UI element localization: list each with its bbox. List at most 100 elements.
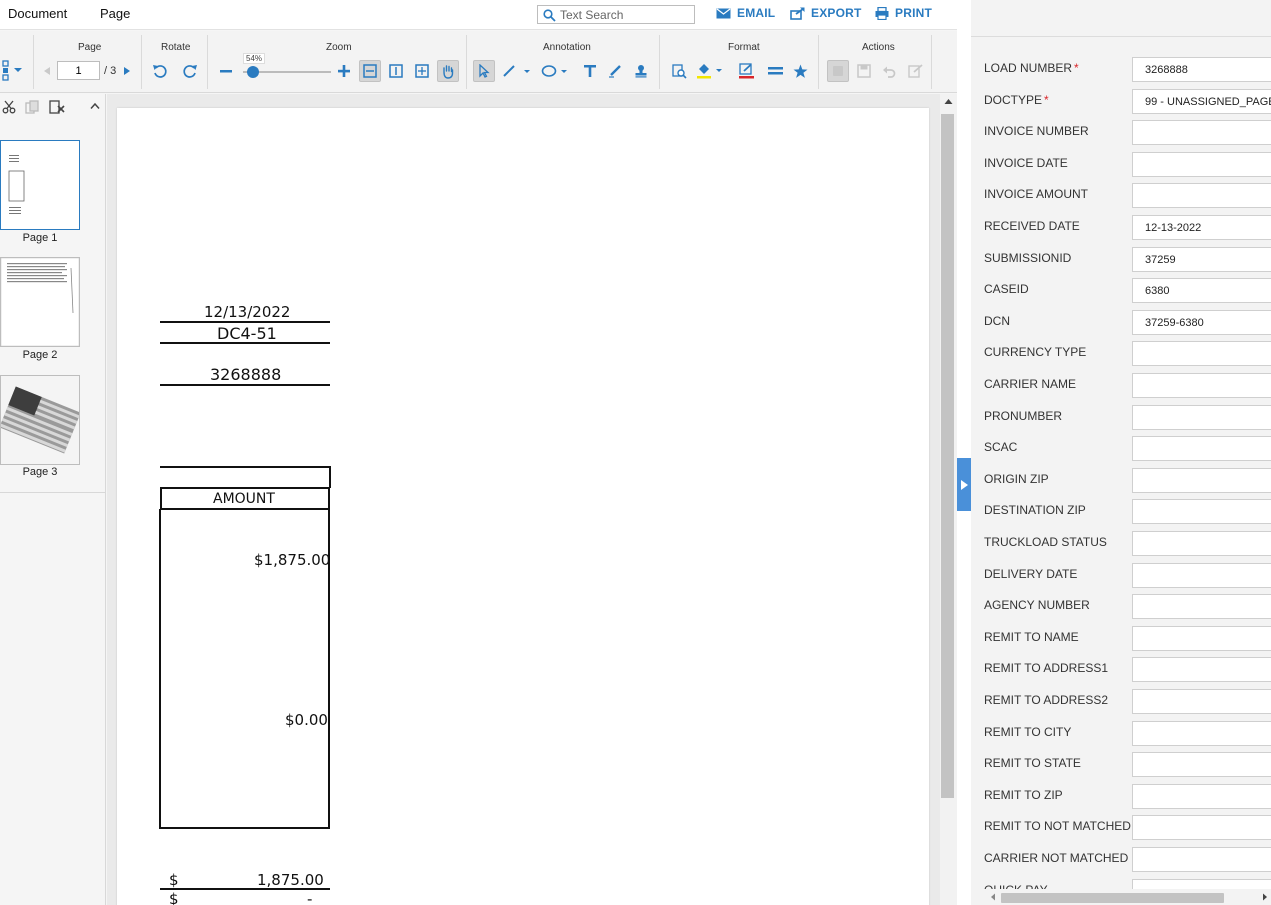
field-input[interactable]: [1132, 278, 1271, 303]
field-input[interactable]: [1132, 626, 1271, 651]
field-input[interactable]: [1132, 247, 1271, 272]
search-input[interactable]: [560, 7, 690, 22]
search-annotation-button[interactable]: [668, 60, 690, 82]
edit-annotation-button[interactable]: [904, 60, 926, 82]
field-input[interactable]: [1132, 689, 1271, 714]
field-label-text: RECEIVED DATE: [984, 219, 1080, 233]
field-input[interactable]: [1132, 752, 1271, 777]
hand-icon: [443, 64, 454, 79]
thumbnail-label: Page 3: [22, 466, 58, 478]
field-input[interactable]: [1132, 657, 1271, 682]
email-button[interactable]: EMAIL: [716, 6, 775, 20]
page-total: / 3: [104, 65, 117, 77]
field-input[interactable]: [1132, 468, 1271, 493]
fit-page-button[interactable]: [411, 60, 433, 82]
field-input[interactable]: [1132, 183, 1271, 208]
rotate-left-button[interactable]: [149, 60, 171, 82]
field-label-text: DESTINATION ZIP: [984, 503, 1086, 517]
panel-collapse-handle[interactable]: [957, 458, 971, 511]
scroll-up-icon[interactable]: [944, 98, 953, 105]
scroll-left-icon[interactable]: [990, 893, 996, 901]
field-input[interactable]: [1132, 120, 1271, 145]
pan-tool-button[interactable]: [437, 60, 459, 82]
field-label: DELIVERY DATE: [984, 567, 1077, 581]
field-label: SUBMISSIONID: [984, 251, 1071, 265]
fit-width-button[interactable]: [359, 60, 381, 82]
previous-page-button[interactable]: [36, 60, 58, 82]
field-input[interactable]: [1132, 341, 1271, 366]
field-input[interactable]: [1132, 215, 1271, 240]
zoom-slider-handle[interactable]: [246, 66, 259, 78]
thumbnail-page-3[interactable]: [0, 375, 80, 465]
toolbar: Page / 3 Rotate Zoom 5: [0, 31, 957, 93]
field-label-text: DELIVERY DATE: [984, 567, 1078, 581]
scissors-icon[interactable]: [2, 100, 16, 114]
field-input[interactable]: [1132, 152, 1271, 177]
form-field-row: DOCTYPE *: [971, 89, 1271, 115]
form-field-row: REMIT TO STATE: [971, 752, 1271, 778]
field-input[interactable]: [1132, 531, 1271, 556]
field-input[interactable]: [1132, 57, 1271, 82]
select-tool-button[interactable]: [473, 60, 495, 82]
favorite-style-button[interactable]: [789, 60, 811, 82]
zoom-out-button[interactable]: [215, 60, 237, 82]
line-width-button[interactable]: [764, 60, 786, 82]
field-input[interactable]: [1132, 373, 1271, 398]
annotation-group-label: Annotation: [543, 42, 591, 53]
document-scrollbar-thumb[interactable]: [941, 114, 954, 798]
page-group-label: Page: [78, 42, 102, 53]
field-input[interactable]: [1132, 594, 1271, 619]
form-horizontal-scrollbar-thumb[interactable]: [1001, 893, 1224, 903]
highlighter-tool-button[interactable]: [604, 60, 626, 82]
form-field-row: DELIVERY DATE: [971, 563, 1271, 589]
copy-icon[interactable]: [25, 100, 39, 114]
page-number-input[interactable]: [57, 61, 100, 80]
text-tool-button[interactable]: [579, 60, 601, 82]
field-input[interactable]: [1132, 815, 1271, 840]
chevron-right-icon: [124, 67, 130, 75]
view-mode-dropdown[interactable]: [1, 59, 25, 81]
print-button[interactable]: PRINT: [875, 6, 932, 20]
undo-button[interactable]: [878, 60, 900, 82]
field-input[interactable]: [1132, 784, 1271, 809]
field-label: RECEIVED DATE: [984, 219, 1080, 233]
fill-color-dropdown[interactable]: [695, 60, 727, 82]
export-button[interactable]: EXPORT: [790, 6, 862, 20]
chevron-up-icon[interactable]: [90, 102, 100, 110]
thumbnail-label: Page 2: [22, 349, 58, 361]
line-tool-dropdown[interactable]: [501, 60, 533, 82]
shape-tool-dropdown[interactable]: [540, 60, 572, 82]
field-input[interactable]: [1132, 563, 1271, 588]
form-field-row: REMIT TO ZIP: [971, 784, 1271, 810]
fit-height-button[interactable]: [385, 60, 407, 82]
menu-page[interactable]: Page: [100, 6, 130, 21]
zoom-in-button[interactable]: [333, 60, 355, 82]
thumbnail-page-2[interactable]: [0, 257, 80, 347]
delete-page-icon[interactable]: [49, 100, 65, 114]
field-input[interactable]: [1132, 847, 1271, 872]
field-input[interactable]: [1132, 405, 1271, 430]
field-input[interactable]: [1132, 499, 1271, 524]
envelope-icon: [716, 8, 731, 18]
scroll-right-icon[interactable]: [1262, 893, 1268, 901]
field-input[interactable]: [1132, 310, 1271, 335]
clear-annotations-button[interactable]: [827, 60, 849, 82]
required-marker: *: [1044, 93, 1049, 107]
save-annotations-button[interactable]: [853, 60, 875, 82]
pen-line-icon: [503, 65, 530, 77]
field-label: CARRIER NAME: [984, 377, 1076, 391]
next-page-button[interactable]: [116, 60, 138, 82]
thumbnail-page-1[interactable]: [0, 140, 80, 230]
stamp-tool-button[interactable]: [630, 60, 652, 82]
field-input[interactable]: [1132, 436, 1271, 461]
field-input[interactable]: [1132, 89, 1271, 114]
field-label: REMIT TO NOT MATCHED: [984, 819, 1131, 833]
field-label-text: REMIT TO ADDRESS1: [984, 661, 1109, 675]
field-label-text: REMIT TO NOT MATCHED: [984, 819, 1131, 833]
field-label-text: ORIGIN ZIP: [984, 472, 1049, 486]
actions-group-label: Actions: [862, 42, 895, 53]
field-input[interactable]: [1132, 721, 1271, 746]
rotate-right-button[interactable]: [179, 60, 201, 82]
menu-document[interactable]: Document: [8, 6, 67, 21]
line-color-button[interactable]: [735, 60, 757, 82]
